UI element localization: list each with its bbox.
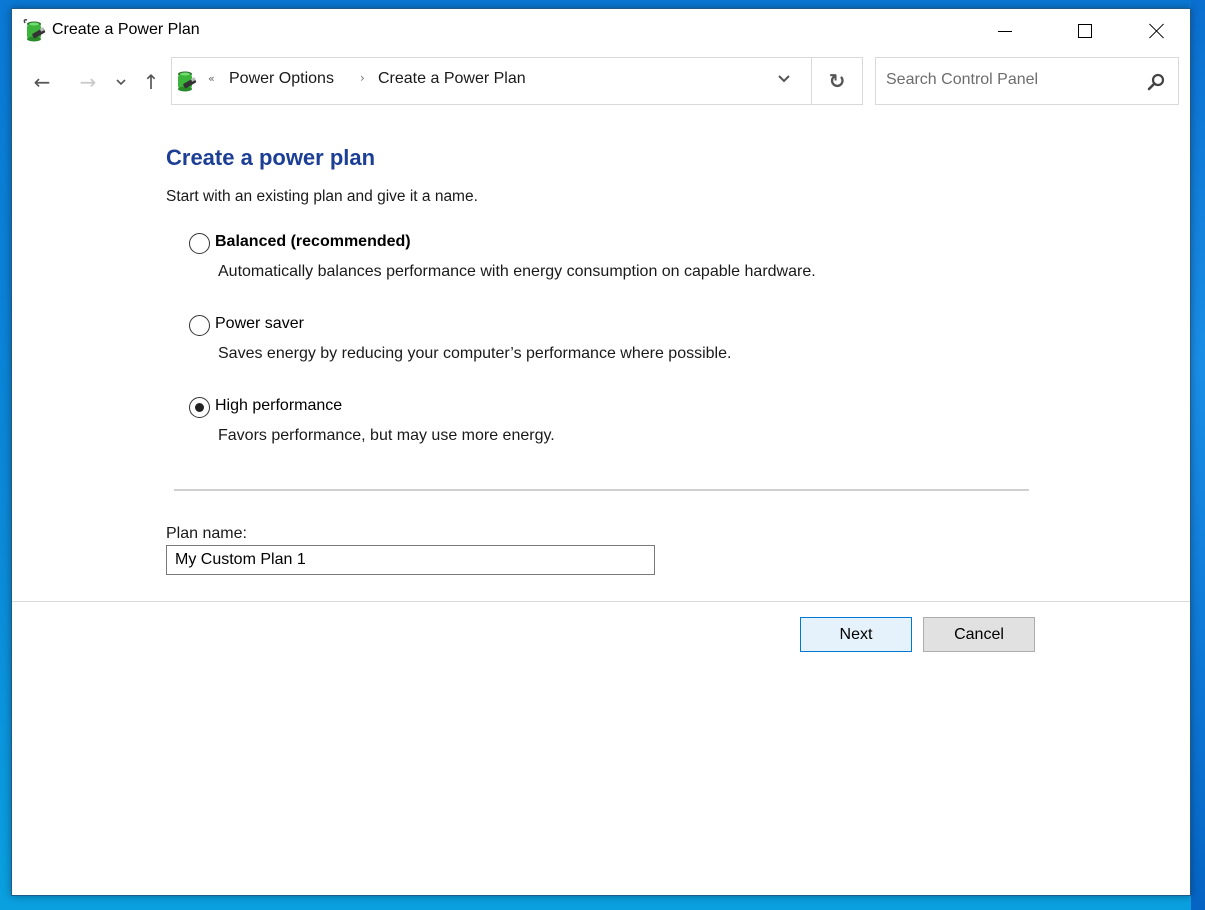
next-button[interactable]: Next	[800, 617, 912, 652]
option-label[interactable]: High performance	[215, 397, 342, 415]
radio-balanced[interactable]	[189, 233, 210, 254]
forward-button[interactable]: →	[74, 67, 102, 97]
radio-high-performance[interactable]	[189, 397, 210, 418]
back-button[interactable]: ←	[28, 67, 56, 97]
breadcrumb-create-power-plan[interactable]: Create a Power Plan	[378, 70, 526, 88]
chevron-down-icon	[778, 75, 790, 83]
maximize-icon	[1078, 24, 1092, 38]
address-bar[interactable]: « Power Options › Create a Power Plan	[171, 57, 812, 105]
chevron-down-icon	[116, 79, 126, 86]
up-button[interactable]: ↑	[138, 67, 164, 97]
radio-power-saver[interactable]	[189, 315, 210, 336]
arrow-up-icon: ↑	[142, 70, 160, 94]
minimize-button[interactable]	[970, 9, 1040, 53]
overflow-chevron-icon[interactable]: «	[208, 72, 215, 85]
power-options-battery-icon	[23, 19, 46, 42]
search-input[interactable]	[886, 71, 1136, 89]
page-subtitle: Start with an existing plan and give it …	[166, 188, 478, 205]
minimize-icon	[998, 30, 1012, 32]
arrow-left-icon: ←	[33, 70, 51, 94]
option-description: Automatically balances performance with …	[218, 263, 816, 280]
search-box[interactable]	[875, 57, 1179, 105]
page-title: Create a power plan	[166, 145, 376, 170]
refresh-button[interactable]: ↻	[812, 57, 863, 105]
option-description: Favors performance, but may use more ene…	[218, 427, 555, 444]
power-options-battery-icon	[178, 71, 197, 92]
search-icon[interactable]	[1146, 72, 1166, 92]
option-label[interactable]: Balanced (recommended)	[215, 233, 411, 251]
maximize-button[interactable]	[1050, 9, 1120, 53]
window-title: Create a Power Plan	[52, 21, 200, 38]
footer-divider	[12, 601, 1190, 602]
plan-name-input[interactable]	[166, 545, 655, 575]
create-power-plan-window: Create a Power Plan ← → ↑ « Power Option…	[11, 8, 1191, 896]
section-divider	[174, 489, 1029, 491]
breadcrumb-power-options[interactable]: Power Options	[229, 70, 334, 88]
address-dropdown-button[interactable]	[777, 72, 791, 86]
cancel-button[interactable]: Cancel	[923, 617, 1035, 652]
recent-locations-button[interactable]	[112, 67, 130, 97]
title-bar[interactable]: Create a Power Plan	[12, 9, 1190, 53]
arrow-right-icon: →	[79, 70, 97, 94]
desktop-background	[1191, 0, 1205, 910]
option-label[interactable]: Power saver	[215, 315, 304, 333]
close-icon	[1149, 23, 1165, 39]
plan-name-label: Plan name:	[166, 525, 247, 542]
close-button[interactable]	[1122, 9, 1192, 53]
refresh-icon: ↻	[828, 69, 846, 93]
option-description: Saves energy by reducing your computer’s…	[218, 345, 732, 362]
breadcrumb-separator-icon[interactable]: ›	[360, 71, 365, 85]
